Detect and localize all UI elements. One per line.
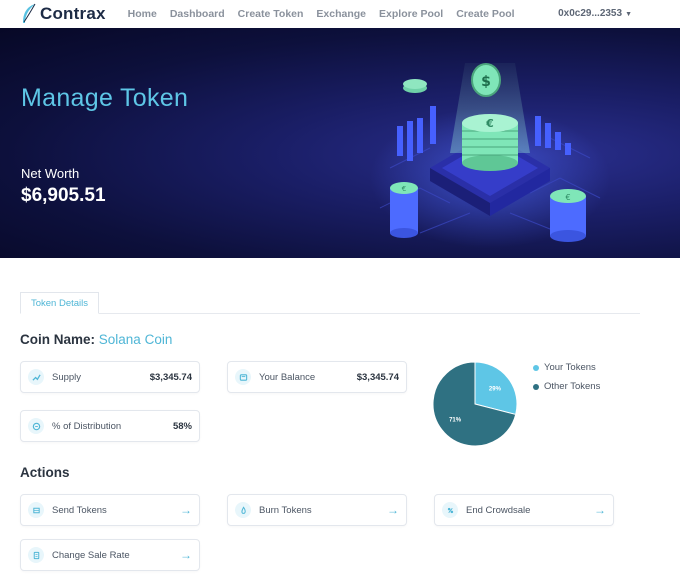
- svg-text:€: €: [402, 185, 406, 193]
- legend-label-other-tokens: Other Tokens: [544, 381, 601, 392]
- arrow-right-icon: →: [180, 548, 192, 562]
- send-tokens-label: Send Tokens: [52, 504, 107, 516]
- distribution-card: % of Distribution 58%: [20, 410, 200, 442]
- nav-create-token[interactable]: Create Token: [238, 8, 304, 20]
- coin-icon: [28, 418, 44, 434]
- legend-dot-your-tokens: [533, 364, 539, 371]
- tab-token-details[interactable]: Token Details: [20, 292, 99, 314]
- rate-icon: [28, 547, 44, 563]
- end-crowdsale-label: End Crowdsale: [466, 504, 531, 516]
- feather-icon: [23, 3, 36, 23]
- wallet-dropdown[interactable]: 0x0c29...2353 ▼: [558, 8, 632, 19]
- trend-up-icon: [28, 369, 44, 385]
- distribution-label: % of Distribution: [52, 420, 122, 432]
- legend-label-your-tokens: Your Tokens: [544, 362, 596, 373]
- chevron-down-icon: ▼: [625, 11, 632, 18]
- hero-banner: Manage Token Net Worth $6,905.51 € $ € €: [0, 28, 680, 258]
- net-worth-value: $6,905.51: [21, 185, 106, 206]
- change-sale-rate-button[interactable]: Change Sale Rate →: [20, 539, 200, 571]
- page-title: Manage Token: [21, 84, 189, 112]
- pie-legend: Your Tokens Other Tokens: [533, 362, 600, 400]
- wallet-address: 0x0c29...2353: [558, 8, 623, 19]
- nav-create-pool[interactable]: Create Pool: [456, 8, 514, 20]
- legend-dot-other-tokens: [533, 383, 539, 390]
- wallet-icon: [235, 369, 251, 385]
- coin-name-label: Coin Name:: [20, 332, 96, 347]
- send-icon: [28, 502, 44, 518]
- balance-value: $3,345.74: [356, 371, 399, 383]
- supply-value: $3,345.74: [149, 371, 192, 383]
- svg-text:€: €: [485, 117, 494, 130]
- balance-card: Your Balance $3,345.74: [227, 361, 407, 393]
- change-sale-rate-label: Change Sale Rate: [52, 549, 130, 561]
- actions-title: Actions: [20, 465, 70, 480]
- brand-logo[interactable]: Contrax: [20, 3, 106, 25]
- token-distribution-pie-chart: 29% 71%: [432, 361, 518, 447]
- arrow-right-icon: →: [387, 503, 399, 517]
- arrow-right-icon: →: [594, 503, 606, 517]
- net-worth-label: Net Worth: [21, 166, 80, 181]
- end-crowdsale-button[interactable]: End Crowdsale →: [434, 494, 614, 526]
- arrow-right-icon: →: [180, 503, 192, 517]
- distribution-value: 58%: [172, 420, 192, 432]
- coin-name: Coin Name: Solana Coin: [20, 332, 172, 347]
- nav-exchange[interactable]: Exchange: [316, 8, 366, 20]
- nav-explore-pool[interactable]: Explore Pool: [379, 8, 443, 20]
- svg-text:$: $: [481, 74, 491, 90]
- nav-dashboard[interactable]: Dashboard: [170, 8, 225, 20]
- pie-label-other-tokens: 71%: [449, 417, 462, 423]
- top-nav: Contrax Home Dashboard Create Token Exch…: [0, 0, 680, 28]
- send-tokens-button[interactable]: Send Tokens →: [20, 494, 200, 526]
- svg-text:€: €: [565, 193, 570, 202]
- tab-divider: [20, 313, 640, 314]
- burn-tokens-button[interactable]: Burn Tokens →: [227, 494, 407, 526]
- legend-item-other-tokens: Other Tokens: [533, 381, 600, 392]
- burn-tokens-label: Burn Tokens: [259, 504, 312, 516]
- supply-label: Supply: [52, 371, 82, 383]
- brand-name: Contrax: [40, 4, 106, 23]
- coin-name-value: Solana Coin: [98, 332, 173, 347]
- nav-home[interactable]: Home: [128, 8, 157, 20]
- token-platform-illustration: € $ € €: [370, 63, 610, 248]
- burn-icon: [235, 502, 251, 518]
- balance-label: Your Balance: [259, 371, 316, 383]
- end-icon: [442, 502, 458, 518]
- supply-card: Supply $3,345.74: [20, 361, 200, 393]
- pie-label-your-tokens: 29%: [489, 387, 502, 393]
- legend-item-your-tokens: Your Tokens: [533, 362, 600, 373]
